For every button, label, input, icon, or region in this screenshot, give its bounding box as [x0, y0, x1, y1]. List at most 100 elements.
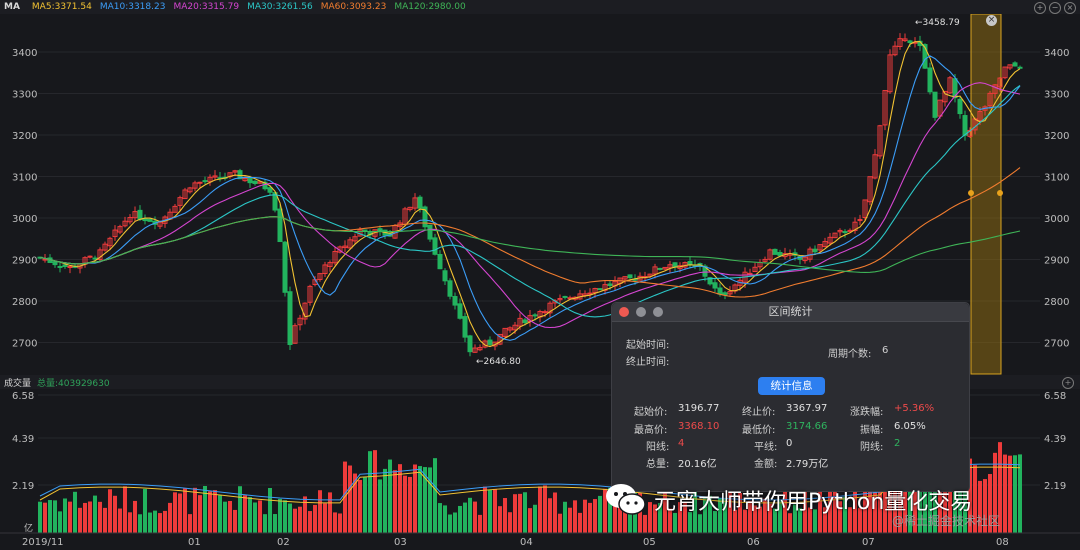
price-tick-left: 2900 — [12, 256, 37, 267]
candle-body — [1017, 66, 1023, 69]
volume-bar — [1018, 454, 1022, 533]
candle-body — [842, 231, 848, 234]
volume-bar — [198, 495, 202, 533]
minus-icon[interactable]: − — [1049, 2, 1061, 14]
range-stats-dialog[interactable]: 区间统计 起始时间: 终止时间: 周期个数: 6 统计信息 起始价: 3196.… — [611, 302, 970, 492]
price-tick-right: 3100 — [1044, 173, 1069, 184]
volume-bar — [138, 514, 142, 533]
volume-bar — [243, 495, 247, 533]
volume-bar — [163, 510, 167, 533]
volume-bar — [598, 495, 602, 533]
candle-body — [62, 264, 68, 267]
volume-bar — [283, 500, 287, 533]
volume-bar — [208, 491, 212, 533]
candle-body — [717, 287, 723, 295]
close-icon[interactable]: × — [1064, 2, 1076, 14]
volume-bar — [273, 514, 277, 533]
candle-body — [277, 208, 283, 243]
volume-bar — [523, 492, 527, 533]
close-dot-icon[interactable] — [619, 307, 629, 317]
candle-body — [1012, 62, 1018, 67]
ma5-label: MA5:3371.54 — [31, 2, 92, 12]
candle-body — [252, 180, 258, 185]
add-icon[interactable]: + — [1034, 2, 1046, 14]
low-price-annotation: ←2646.80 — [476, 357, 521, 367]
high-price-annotation: ←3458.79 — [915, 18, 960, 28]
volume-bar — [568, 507, 572, 533]
candle-body — [562, 295, 568, 298]
volume-bar — [468, 497, 472, 533]
price-tick-right: 3000 — [1044, 214, 1069, 225]
price-tick-left: 3300 — [12, 90, 37, 101]
ma20-label: MA20:3315.79 — [173, 2, 240, 12]
down-count-value: 2 — [894, 438, 901, 449]
ma-title: MA — [4, 2, 20, 12]
candle-body — [287, 291, 293, 346]
candle-body — [522, 319, 528, 324]
down-count-label: 阴线: — [860, 442, 884, 453]
candle-body — [772, 248, 778, 255]
volume-bar — [238, 486, 242, 533]
range-handle-right[interactable] — [997, 190, 1003, 196]
candle-body — [957, 98, 963, 115]
volume-bar — [308, 511, 312, 533]
candle-body — [467, 335, 473, 353]
volume-bar — [548, 498, 552, 533]
candle-body — [532, 314, 538, 317]
volume-unit: 亿 — [24, 522, 33, 534]
candle-body — [57, 265, 63, 268]
volume-bar — [83, 502, 87, 533]
volume-bar — [78, 507, 82, 533]
volume-bar — [433, 458, 437, 533]
volume-bar — [443, 505, 447, 533]
price-tick-right: 3300 — [1044, 90, 1069, 101]
end-price-value: 3367.97 — [786, 403, 828, 414]
volume-bar — [313, 504, 317, 533]
volume-bar — [168, 502, 172, 533]
total-volume-label: 总量: — [646, 459, 670, 470]
candle-body — [147, 218, 153, 222]
volume-bar — [323, 503, 327, 533]
volume-bar — [538, 486, 542, 533]
volume-bar — [173, 492, 177, 533]
end-time-label: 终止时间: — [626, 357, 670, 368]
low-price-value: 3174.66 — [786, 421, 828, 432]
dialog-titlebar[interactable]: 区间统计 — [612, 303, 969, 322]
start-time-label: 起始时间: — [626, 340, 670, 351]
volume-bar — [213, 490, 217, 533]
volume-bar — [103, 507, 107, 533]
volume-bar — [178, 493, 182, 533]
volume-bar — [373, 450, 377, 533]
volume-bar — [93, 495, 97, 533]
volume-bar — [123, 486, 127, 533]
volume-bar — [458, 505, 462, 533]
candle-body — [447, 280, 453, 297]
gear-icon[interactable]: + — [1062, 377, 1074, 389]
range-handle-left[interactable] — [968, 190, 974, 196]
end-price-label: 终止价: — [742, 407, 776, 418]
minimize-dot-icon[interactable] — [636, 307, 646, 317]
x-axis-label: 2019/11 — [22, 537, 64, 548]
candle-body — [812, 248, 818, 253]
candle-body — [92, 257, 98, 260]
stats-info-button[interactable]: 统计信息 — [758, 377, 825, 395]
volume-tick-left: 4.39 — [12, 434, 34, 445]
volume-total: 总量:403929630 — [37, 378, 110, 389]
candle-body — [377, 228, 383, 232]
volume-bar — [98, 501, 102, 533]
maximize-dot-icon[interactable] — [653, 307, 663, 317]
volume-bar — [268, 487, 272, 533]
ma60-line — [39, 167, 1021, 298]
watermark-small: @稀土掘金技术社区 — [892, 514, 1001, 528]
ma120-label: MA120:2980.00 — [394, 2, 466, 12]
flat-count-label: 平线: — [754, 442, 778, 453]
volume-bar — [428, 467, 432, 533]
volume-bar — [143, 488, 147, 533]
volume-bar — [128, 512, 132, 533]
close-range-icon[interactable]: × — [986, 15, 997, 26]
x-axis-label: 03 — [394, 537, 407, 548]
volume-bar — [318, 490, 322, 533]
volume-bar — [298, 506, 302, 533]
selected-range-highlight[interactable] — [970, 13, 1002, 375]
volume-bar — [58, 511, 62, 533]
